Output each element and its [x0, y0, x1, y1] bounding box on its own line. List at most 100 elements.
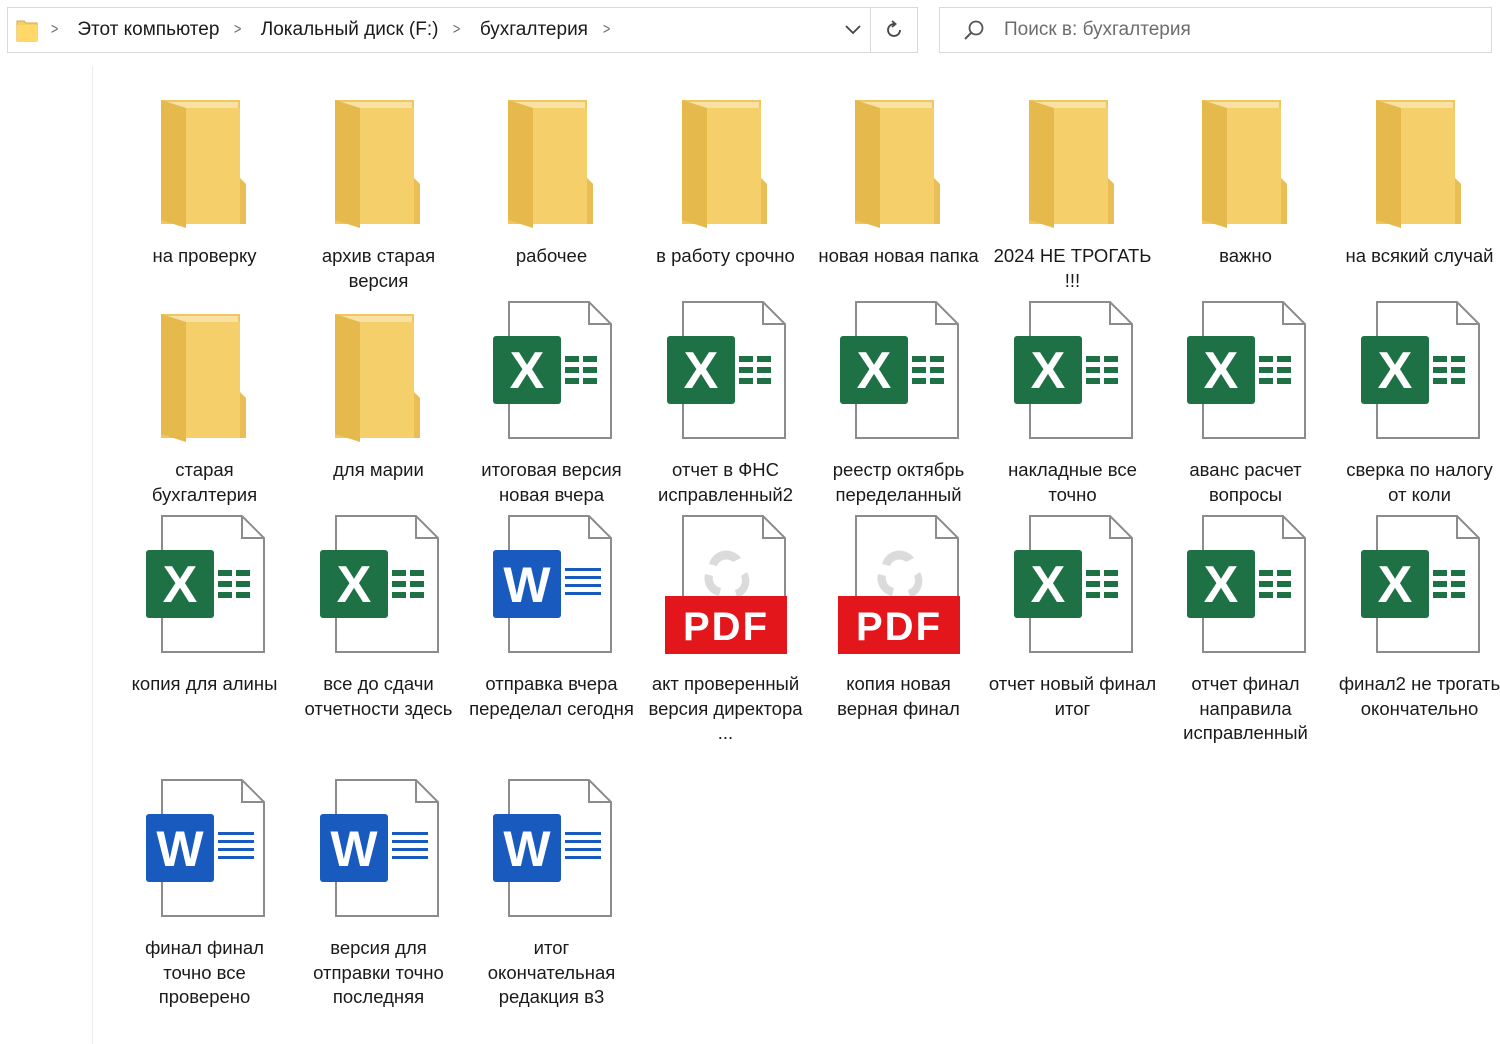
folder-item[interactable]: старая бухгалтерия: [118, 296, 291, 507]
breadcrumb: > Этот компьютер > Локальный диск (F:) >…: [48, 19, 836, 41]
search-icon: [964, 20, 984, 40]
svg-text:X: X: [1030, 342, 1065, 400]
folder-item[interactable]: для марии: [292, 296, 465, 483]
file-item[interactable]: W финал финал точно все проверено: [118, 774, 291, 1010]
item-icon: X: [135, 510, 275, 660]
search-input[interactable]: Поиск в: бухгалтерия: [939, 7, 1492, 53]
file-item[interactable]: PDF копия новая верная финал: [812, 510, 985, 721]
item-icon: X: [1350, 510, 1490, 660]
folder-item[interactable]: новая новая папка: [812, 82, 985, 269]
word-file-icon: W: [145, 779, 265, 917]
file-item[interactable]: X финал2 не трогать окончательно: [1333, 510, 1500, 721]
excel-file-icon: X: [1360, 515, 1480, 653]
file-item[interactable]: X все до сдачи отчетности здесь: [292, 510, 465, 721]
crumb-this-pc[interactable]: Этот компьютер: [73, 19, 223, 41]
item-label: важно: [1219, 245, 1272, 266]
item-icon: [1003, 82, 1143, 232]
item-icon: [309, 296, 449, 446]
item-label: на всякий случай: [1345, 245, 1494, 266]
excel-file-icon: X: [1013, 515, 1133, 653]
file-item[interactable]: X отчет в ФНС исправленный2: [639, 296, 812, 507]
file-item[interactable]: W отправка вчера переделал сегодня: [465, 510, 638, 721]
item-label: аванс расчет вопросы: [1189, 459, 1302, 505]
item-icon: X: [1003, 510, 1143, 660]
svg-text:X: X: [1203, 342, 1238, 400]
item-label: итоговая версия новая вчера: [481, 459, 622, 505]
chevron-right-icon[interactable]: >: [603, 21, 610, 39]
file-item[interactable]: W итог окончательная редакция в3: [465, 774, 638, 1010]
item-icon: [829, 82, 969, 232]
item-label: копия для алины: [131, 673, 278, 694]
file-item[interactable]: X сверка по налогу от коли: [1333, 296, 1500, 507]
excel-file-icon: X: [1013, 301, 1133, 439]
folder-icon: [160, 314, 246, 442]
item-icon: PDF: [656, 510, 796, 660]
folder-icon: [16, 20, 38, 42]
folder-item[interactable]: на проверку: [118, 82, 291, 269]
address-history-dropdown[interactable]: [836, 8, 870, 52]
chevron-right-icon[interactable]: >: [453, 21, 460, 39]
refresh-button[interactable]: [870, 8, 917, 52]
item-icon: X: [1176, 510, 1316, 660]
item-label: отчет в ФНС исправленный2: [657, 459, 794, 505]
folder-icon: [681, 100, 767, 228]
pdf-file-icon: PDF: [837, 515, 960, 654]
excel-file-icon: X: [1186, 515, 1306, 653]
folder-item[interactable]: на всякий случай: [1333, 82, 1500, 269]
svg-text:X: X: [162, 556, 197, 614]
svg-text:X: X: [1377, 342, 1412, 400]
item-label: для марии: [333, 459, 424, 480]
excel-file-icon: X: [1186, 301, 1306, 439]
refresh-icon: [887, 20, 901, 37]
pdf-file-icon: PDF: [664, 515, 787, 654]
file-item[interactable]: X итоговая версия новая вчера: [465, 296, 638, 507]
file-item[interactable]: X копия для алины: [118, 510, 291, 697]
item-icon: [1176, 82, 1316, 232]
folder-item[interactable]: рабочее: [465, 82, 638, 269]
svg-text:X: X: [683, 342, 718, 400]
svg-text:X: X: [509, 342, 544, 400]
crumb-local-disk[interactable]: Локальный диск (F:): [257, 19, 443, 41]
svg-text:PDF: PDF: [856, 605, 942, 649]
item-label: отчет новый финал итог: [988, 673, 1157, 719]
folder-item[interactable]: архив старая версия: [292, 82, 465, 293]
item-label: на проверку: [152, 245, 257, 266]
item-label: финал2 не трогать окончательно: [1338, 673, 1500, 719]
file-item[interactable]: X накладные все точно: [986, 296, 1159, 507]
item-icon: [135, 82, 275, 232]
file-item[interactable]: X отчет новый финал итог: [986, 510, 1159, 721]
svg-text:W: W: [156, 821, 204, 877]
file-item[interactable]: X реестр октябрь переделанный: [812, 296, 985, 507]
file-item[interactable]: W версия для отправки точно последняя: [292, 774, 465, 1010]
item-icon: W: [309, 774, 449, 924]
item-label: финал финал точно все проверено: [145, 937, 264, 1007]
item-label: все до сдачи отчетности здесь: [304, 673, 453, 719]
item-icon: PDF: [829, 510, 969, 660]
excel-file-icon: X: [839, 301, 959, 439]
folder-item[interactable]: важно: [1159, 82, 1332, 269]
svg-text:X: X: [336, 556, 371, 614]
svg-text:X: X: [1377, 556, 1412, 614]
file-item[interactable]: X отчет финал направила исправленный: [1159, 510, 1332, 746]
file-item[interactable]: PDF акт проверенный версия директора ...: [639, 510, 812, 746]
folder-item[interactable]: 2024 НЕ ТРОГАТЬ !!!: [986, 82, 1159, 293]
folder-item[interactable]: в работу срочно: [639, 82, 812, 269]
crumb-accounting[interactable]: бухгалтерия: [476, 19, 592, 41]
item-label: отправка вчера переделал сегодня: [469, 673, 634, 719]
svg-text:W: W: [330, 821, 378, 877]
excel-file-icon: X: [492, 301, 612, 439]
item-icon: [135, 296, 275, 446]
item-icon: X: [656, 296, 796, 446]
item-label: версия для отправки точно последняя: [313, 937, 444, 1007]
chevron-right-icon[interactable]: >: [51, 21, 58, 39]
address-bar[interactable]: > Этот компьютер > Локальный диск (F:) >…: [7, 7, 918, 53]
svg-text:W: W: [503, 821, 551, 877]
chevron-right-icon[interactable]: >: [234, 21, 241, 39]
item-icon: X: [309, 510, 449, 660]
item-label: отчет финал направила исправленный: [1183, 673, 1308, 743]
folder-icon: [334, 100, 420, 228]
search-placeholder: Поиск в: бухгалтерия: [1004, 19, 1191, 40]
excel-file-icon: X: [319, 515, 439, 653]
file-item[interactable]: X аванс расчет вопросы: [1159, 296, 1332, 507]
nav-pane-divider: [92, 66, 93, 1044]
